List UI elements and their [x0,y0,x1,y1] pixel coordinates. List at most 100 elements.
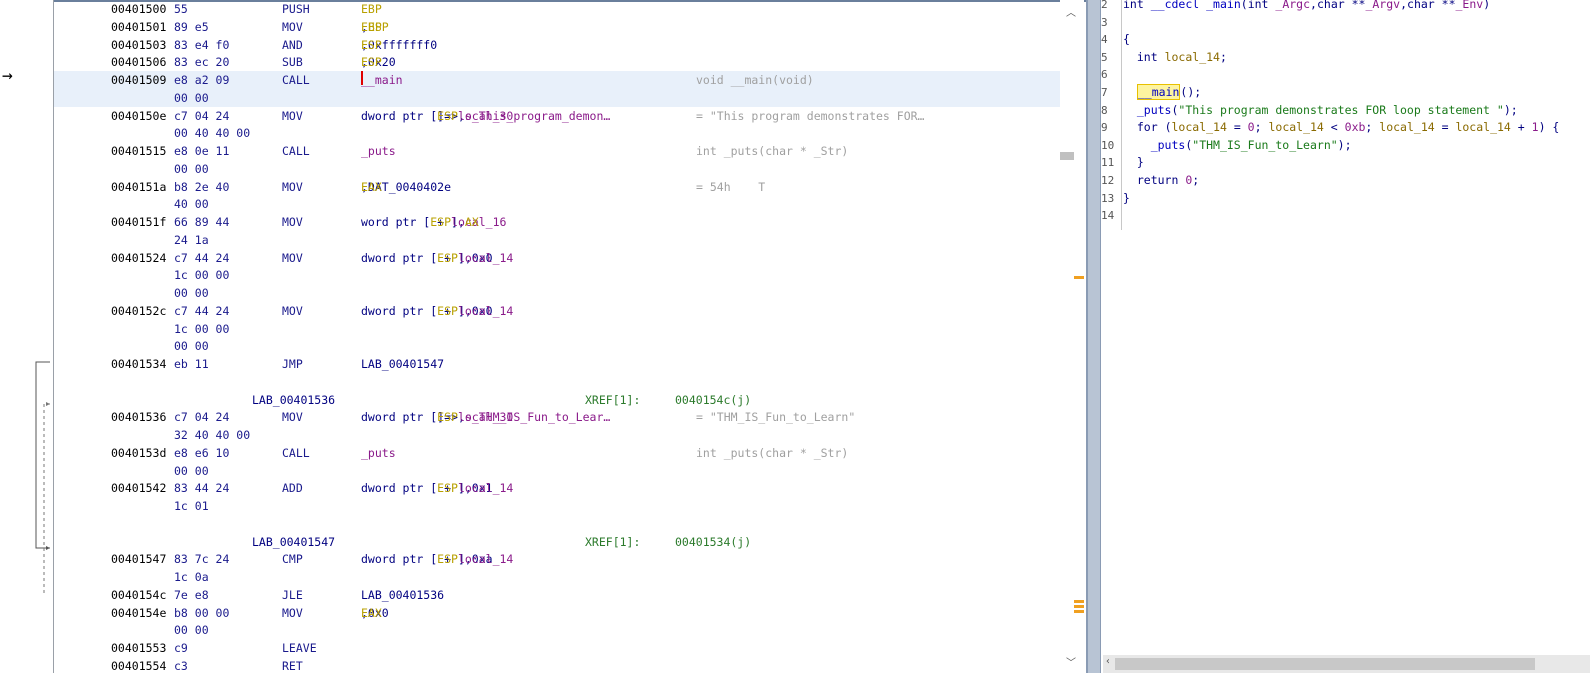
listing-row[interactable]: 00 40 40 00 [54,124,1072,142]
listing-code-area[interactable]: 00401500 55 PUSH EBP 00401501 89 e5 MOV EBP, ESP… [54,0,1072,673]
line-number: 2 [1101,0,1108,11]
listing-row[interactable]: 00401506 83 ec 20 SUB ESP ,0x20 [54,53,1072,71]
line-number: 3 [1101,15,1108,29]
instruction-operands: EAX ,0x0 [361,605,389,620]
instruction-mnemonic: CALL [282,445,310,460]
listing-row[interactable]: 1c 01 [54,497,1072,515]
decompiler-code-text: } [1123,155,1144,170]
chevron-down-icon[interactable]: ﹀ [1066,654,1076,669]
instruction-bytes: 00 00 [174,286,209,300]
decompiler-scroll-thumb[interactable] [1115,658,1535,670]
instruction-mnemonic: ADD [282,481,303,496]
listing-row[interactable]: 00401501 89 e5 MOV EBP, ESP [54,18,1072,36]
listing-row[interactable]: 00401547 83 7c 24 CMP dword ptr [ESP + loca… [54,550,1072,568]
decompiler-code-text: int local_14; [1136,49,1227,64]
listing-row[interactable]: 0040150e c7 04 24 MOV dword ptr [ESP]=> loca… [54,107,1072,125]
instruction-bytes: 32 40 40 00 [174,428,251,442]
listing-blank-row[interactable] [54,515,1072,533]
instruction-bytes: 66 89 44 [174,215,230,229]
listing-row[interactable]: 1c 00 00 [54,266,1072,284]
listing-vertical-scrollbar[interactable]: ︿ ﹀ [1060,0,1084,673]
instruction-address: 00401500 [111,2,167,16]
listing-row[interactable]: 00 00 [54,89,1072,107]
listing-row[interactable]: 00 00 [54,621,1072,639]
instruction-bytes: 00 00 [174,161,209,176]
xref-address: 0040154c(j) [675,392,752,407]
listing-scroll-thumb[interactable] [1060,152,1074,160]
panel-splitter[interactable] [1086,0,1101,673]
instruction-mnemonic: PUSH [282,2,310,16]
listing-row[interactable]: 00401515 e8 0e 11 CALL _puts int _puts(char … [54,142,1072,160]
instruction-bytes: c7 44 24 [174,250,230,265]
listing-row[interactable]: 0040154c 7e e8 JLE LAB_00401536 [54,586,1072,604]
instruction-operands: dword ptr [ESP + local_14],0x1 [361,481,514,496]
listing-label-row[interactable]: LAB_00401536 XREF[1]: 0040154c(j) [54,391,1072,409]
chevron-up-icon[interactable]: ︿ [1066,4,1076,19]
instruction-address: 0040154e [111,605,167,620]
instruction-comment: = "THM_IS_Fun_to_Learn" [696,410,856,425]
listing-row[interactable]: 00401554 c3 RET [54,657,1072,673]
line-number: 8 [1101,103,1108,117]
instruction-operands: dword ptr [ESP]=> local_30, s_This_program… [361,108,611,123]
instruction-bytes: 89 e5 [174,19,209,34]
instruction-bytes: 55 [174,2,188,16]
listing-row[interactable]: 0040151f 66 89 44 MOV word ptr [ESP + local… [54,213,1072,231]
instruction-mnemonic: AND [282,37,303,52]
decompiler-code-text: } [1123,190,1130,205]
listing-row[interactable]: 0040154e b8 00 00 MOV EAX ,0x0 [54,604,1072,622]
instruction-bytes: 7e e8 [174,587,209,602]
instruction-mnemonic: CMP [282,552,303,567]
listing-row[interactable]: 40 00 [54,195,1072,213]
listing-row[interactable]: 24 1a [54,231,1072,249]
instruction-bytes: 00 40 40 00 [174,126,251,141]
instruction-operands: LAB_00401536 [361,587,445,602]
instruction-bytes: 00 00 [174,623,209,638]
listing-row[interactable]: 00401534 eb 11 JMP LAB_00401547 [54,355,1072,373]
decompiler-code-text: { [1123,32,1130,47]
instruction-mnemonic: SUB [282,55,303,70]
scroll-marker [1074,600,1084,603]
listing-row[interactable]: 00401553 c9 LEAVE [54,639,1072,657]
listing-row[interactable]: 32 40 40 00 [54,426,1072,444]
listing-row[interactable]: 00 00 [54,462,1072,480]
instruction-mnemonic: MOV [282,303,303,318]
instruction-address: 00401503 [111,37,167,52]
listing-row[interactable]: 1c 00 00 [54,320,1072,338]
instruction-bytes: c7 04 24 [174,108,230,123]
instruction-comment: void __main(void) [696,73,814,87]
instruction-address: 00401515 [111,144,167,158]
listing-row[interactable]: 00 00 [54,160,1072,178]
listing-row[interactable]: 0040151a b8 2e 40 MOV EAX ,DAT_0040402e = 54h… [54,178,1072,196]
instruction-operands: ESP ,0xfffffff0 [361,37,438,52]
listing-row[interactable]: 00 00 [54,337,1072,355]
instruction-address: 0040153d [111,445,167,460]
instruction-bytes: 83 44 24 [174,481,230,496]
instruction-comment: = 54h T [696,179,766,194]
code-label: LAB_00401536 [252,392,336,407]
instruction-bytes: 00 00 [174,90,209,105]
listing-row[interactable]: 00 00 [54,284,1072,302]
chevron-left-icon[interactable]: ‹ [1105,656,1111,667]
instruction-address: 0040150e [111,108,167,123]
line-number: 10 [1101,138,1115,152]
instruction-operands: word ptr [ESP + local_16], AX [361,215,507,229]
listing-row[interactable]: 00401503 83 e4 f0 AND ESP ,0xfffffff0 [54,36,1072,54]
listing-blank-row[interactable] [54,373,1072,391]
listing-row[interactable]: 1c 0a [54,568,1072,586]
instruction-bytes: 83 ec 20 [174,55,230,70]
decompiler-code-text: return 0; [1136,173,1200,187]
instruction-bytes: e8 0e 11 [174,144,230,158]
listing-row[interactable]: 00401500 55 PUSH EBP [54,0,1072,18]
listing-row[interactable]: 00401524 c7 44 24 MOV dword ptr [ESP + loca… [54,249,1072,267]
instruction-comment: int _puts(char * _Str) [696,445,849,460]
scroll-marker [1074,605,1084,608]
listing-row[interactable]: 00401542 83 44 24 ADD dword ptr [ESP + loca… [54,479,1072,497]
listing-row[interactable]: 0040152c c7 44 24 MOV dword ptr [ESP + loca… [54,302,1072,320]
listing-row[interactable]: 00401536 c7 04 24 MOV dword ptr [ESP]=> loca… [54,408,1072,426]
instruction-bytes: c7 44 24 [174,303,230,318]
instruction-operands: dword ptr [ESP]=> local_30, s_THM_IS_Fun_t… [361,410,611,425]
line-number: 5 [1101,50,1108,64]
listing-label-row[interactable]: LAB_00401547 XREF[1]: 00401534(j) [54,533,1072,551]
decompiler-horizontal-scrollbar[interactable]: ‹ [1103,655,1590,673]
listing-row[interactable]: 0040153d e8 e6 10 CALL _puts int _puts(char … [54,444,1072,462]
